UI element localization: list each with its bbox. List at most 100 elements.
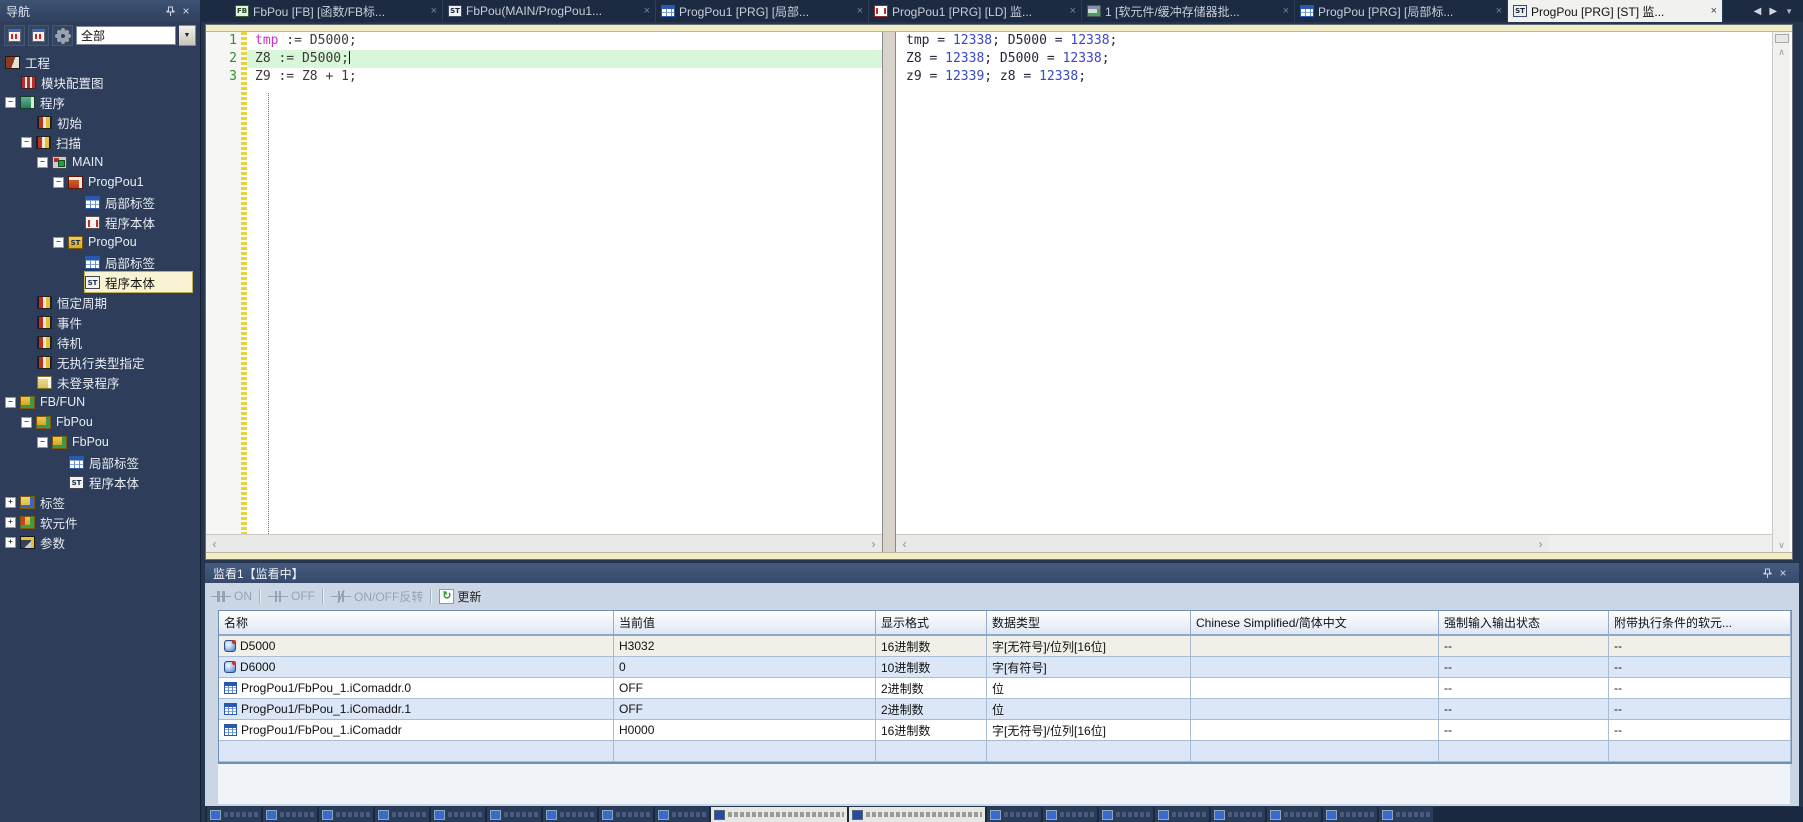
tab[interactable]: 1 [软元件/缓冲存储器批...× [1082,0,1295,22]
tree-item[interactable]: 模块配置图 [0,72,200,92]
watch-toolbar-button[interactable]: ON [211,589,252,603]
watch-cell[interactable]: 16进制数 [876,636,987,657]
column-header[interactable]: 当前值 [614,611,876,636]
watch-cell[interactable]: -- [1609,657,1791,678]
tree-item[interactable]: −程序 [0,92,200,112]
scroll-left-icon[interactable]: ‹ [206,535,223,552]
watch-cell[interactable]: -- [1609,720,1791,741]
tab-list-menu-icon[interactable]: ▼ [1785,7,1793,16]
st-code-pane[interactable]: 1tmp := D5000;2Z8 := D5000;3Z9 := Z8 + 1… [206,32,882,534]
tree-item[interactable]: 未登录程序 [0,372,200,392]
tree-expand-icon[interactable]: + [5,517,16,528]
tree-item[interactable]: 局部标签 [0,192,200,212]
column-header[interactable]: 数据类型 [987,611,1191,636]
column-header[interactable]: 显示格式 [876,611,987,636]
pin-icon[interactable] [1759,565,1775,581]
window-button[interactable] [1155,807,1209,822]
expand-tree-button[interactable] [28,25,49,46]
pin-icon[interactable] [162,3,178,19]
tree-item[interactable]: 待机 [0,332,200,352]
watch-cell[interactable]: D6000 [219,657,614,678]
tab[interactable]: ProgPou [PRG] [局部标...× [1295,0,1508,22]
tree-item[interactable]: 局部标签 [0,252,200,272]
watch-cell[interactable]: -- [1439,657,1609,678]
split-handle[interactable] [1775,34,1789,43]
watch-cell[interactable] [1191,720,1439,741]
monitor-horizontal-scrollbar[interactable]: ‹ › [896,534,1549,552]
tab-scroll-right-icon[interactable]: ▶ [1769,6,1777,17]
scroll-track[interactable] [223,535,865,552]
watch-cell[interactable]: -- [1609,699,1791,720]
window-button[interactable] [1043,807,1097,822]
watch-cell[interactable] [1191,699,1439,720]
tree-item[interactable]: −ProgPou1 [0,172,200,192]
code-line[interactable]: 2Z8 := D5000; [206,50,882,68]
tab-close-icon[interactable]: × [1496,5,1502,17]
tree-item[interactable]: −ProgPou [0,232,200,252]
tab[interactable]: ProgPou1 [PRG] [LD] 监...× [869,0,1082,22]
window-button[interactable] [263,807,317,822]
watch-cell[interactable] [219,741,614,762]
window-button[interactable] [849,807,985,822]
watch-cell[interactable]: H3032 [614,636,876,657]
tree-item[interactable]: 事件 [0,312,200,332]
scroll-right-icon[interactable]: › [865,535,882,552]
tab-close-icon[interactable]: × [857,5,863,17]
watch-cell[interactable]: D5000 [219,636,614,657]
window-button[interactable] [543,807,597,822]
watch-row[interactable]: ProgPou1/FbPou_1.iComaddr.0OFF2进制数位---- [219,678,1791,699]
window-button[interactable] [987,807,1041,822]
tree-expand-icon[interactable]: − [21,137,32,148]
settings-button[interactable] [52,25,73,46]
watch-cell[interactable] [1609,741,1791,762]
watch-row[interactable]: ProgPou1/FbPou_1.iComaddrH000016进制数字[无符号… [219,720,1791,741]
window-button[interactable] [711,807,847,822]
tab[interactable]: ProgPou [PRG] [ST] 监...× [1508,0,1723,22]
watch-cell[interactable] [1191,657,1439,678]
tree-expand-icon[interactable]: + [5,497,16,508]
editor-splitter[interactable] [882,32,896,552]
scroll-track[interactable] [913,535,1532,552]
tree-item[interactable]: 工程 [0,52,200,72]
code-line[interactable]: 3Z9 := Z8 + 1; [206,68,882,86]
watch-toolbar-button[interactable]: ON/OFF反转 [331,588,423,605]
tab-close-icon[interactable]: × [1711,5,1717,17]
watch-cell[interactable]: 16进制数 [876,720,987,741]
window-button[interactable] [655,807,709,822]
tab[interactable]: ProgPou1 [PRG] [局部...× [656,0,869,22]
watch-cell[interactable]: -- [1439,636,1609,657]
window-button[interactable] [1379,807,1433,822]
watch-cell[interactable]: ProgPou1/FbPou_1.iComaddr.0 [219,678,614,699]
tree-item[interactable]: −MAIN [0,152,200,172]
watch-cell[interactable]: -- [1609,678,1791,699]
tree-item[interactable]: +软元件 [0,512,200,532]
watch-cell[interactable]: -- [1439,678,1609,699]
watch-cell[interactable]: 0 [614,657,876,678]
tree-item[interactable]: 程序本体 [0,212,200,232]
tree-expand-icon[interactable]: − [5,97,16,108]
tree-item[interactable]: −扫描 [0,132,200,152]
column-header[interactable]: 附带执行条件的软元... [1609,611,1791,636]
watch-cell[interactable]: 位 [987,699,1191,720]
filter-dropdown-button[interactable]: ▼ [179,25,196,46]
tree-expand-icon[interactable]: − [21,417,32,428]
tree-expand-icon[interactable]: − [37,437,48,448]
window-button[interactable] [1267,807,1321,822]
tab[interactable]: FbPou(MAIN/ProgPou1...× [443,0,656,22]
watch-cell[interactable] [614,741,876,762]
watch-cell[interactable]: 10进制数 [876,657,987,678]
watch-cell[interactable] [1191,636,1439,657]
scroll-right-icon[interactable]: › [1532,535,1549,552]
watch-cell[interactable]: 位 [987,678,1191,699]
watch-row[interactable]: ProgPou1/FbPou_1.iComaddr.1OFF2进制数位---- [219,699,1791,720]
close-icon[interactable]: × [1775,565,1791,581]
tab-close-icon[interactable]: × [644,5,650,17]
tree-item[interactable]: 初始 [0,112,200,132]
watch-cell[interactable]: ProgPou1/FbPou_1.iComaddr [219,720,614,741]
watch-cell[interactable] [987,741,1191,762]
watch-cell[interactable]: 字[有符号] [987,657,1191,678]
window-button[interactable] [431,807,485,822]
watch-cell[interactable]: ProgPou1/FbPou_1.iComaddr.1 [219,699,614,720]
close-icon[interactable]: × [178,3,194,19]
tree-item[interactable]: −FbPou [0,432,200,452]
